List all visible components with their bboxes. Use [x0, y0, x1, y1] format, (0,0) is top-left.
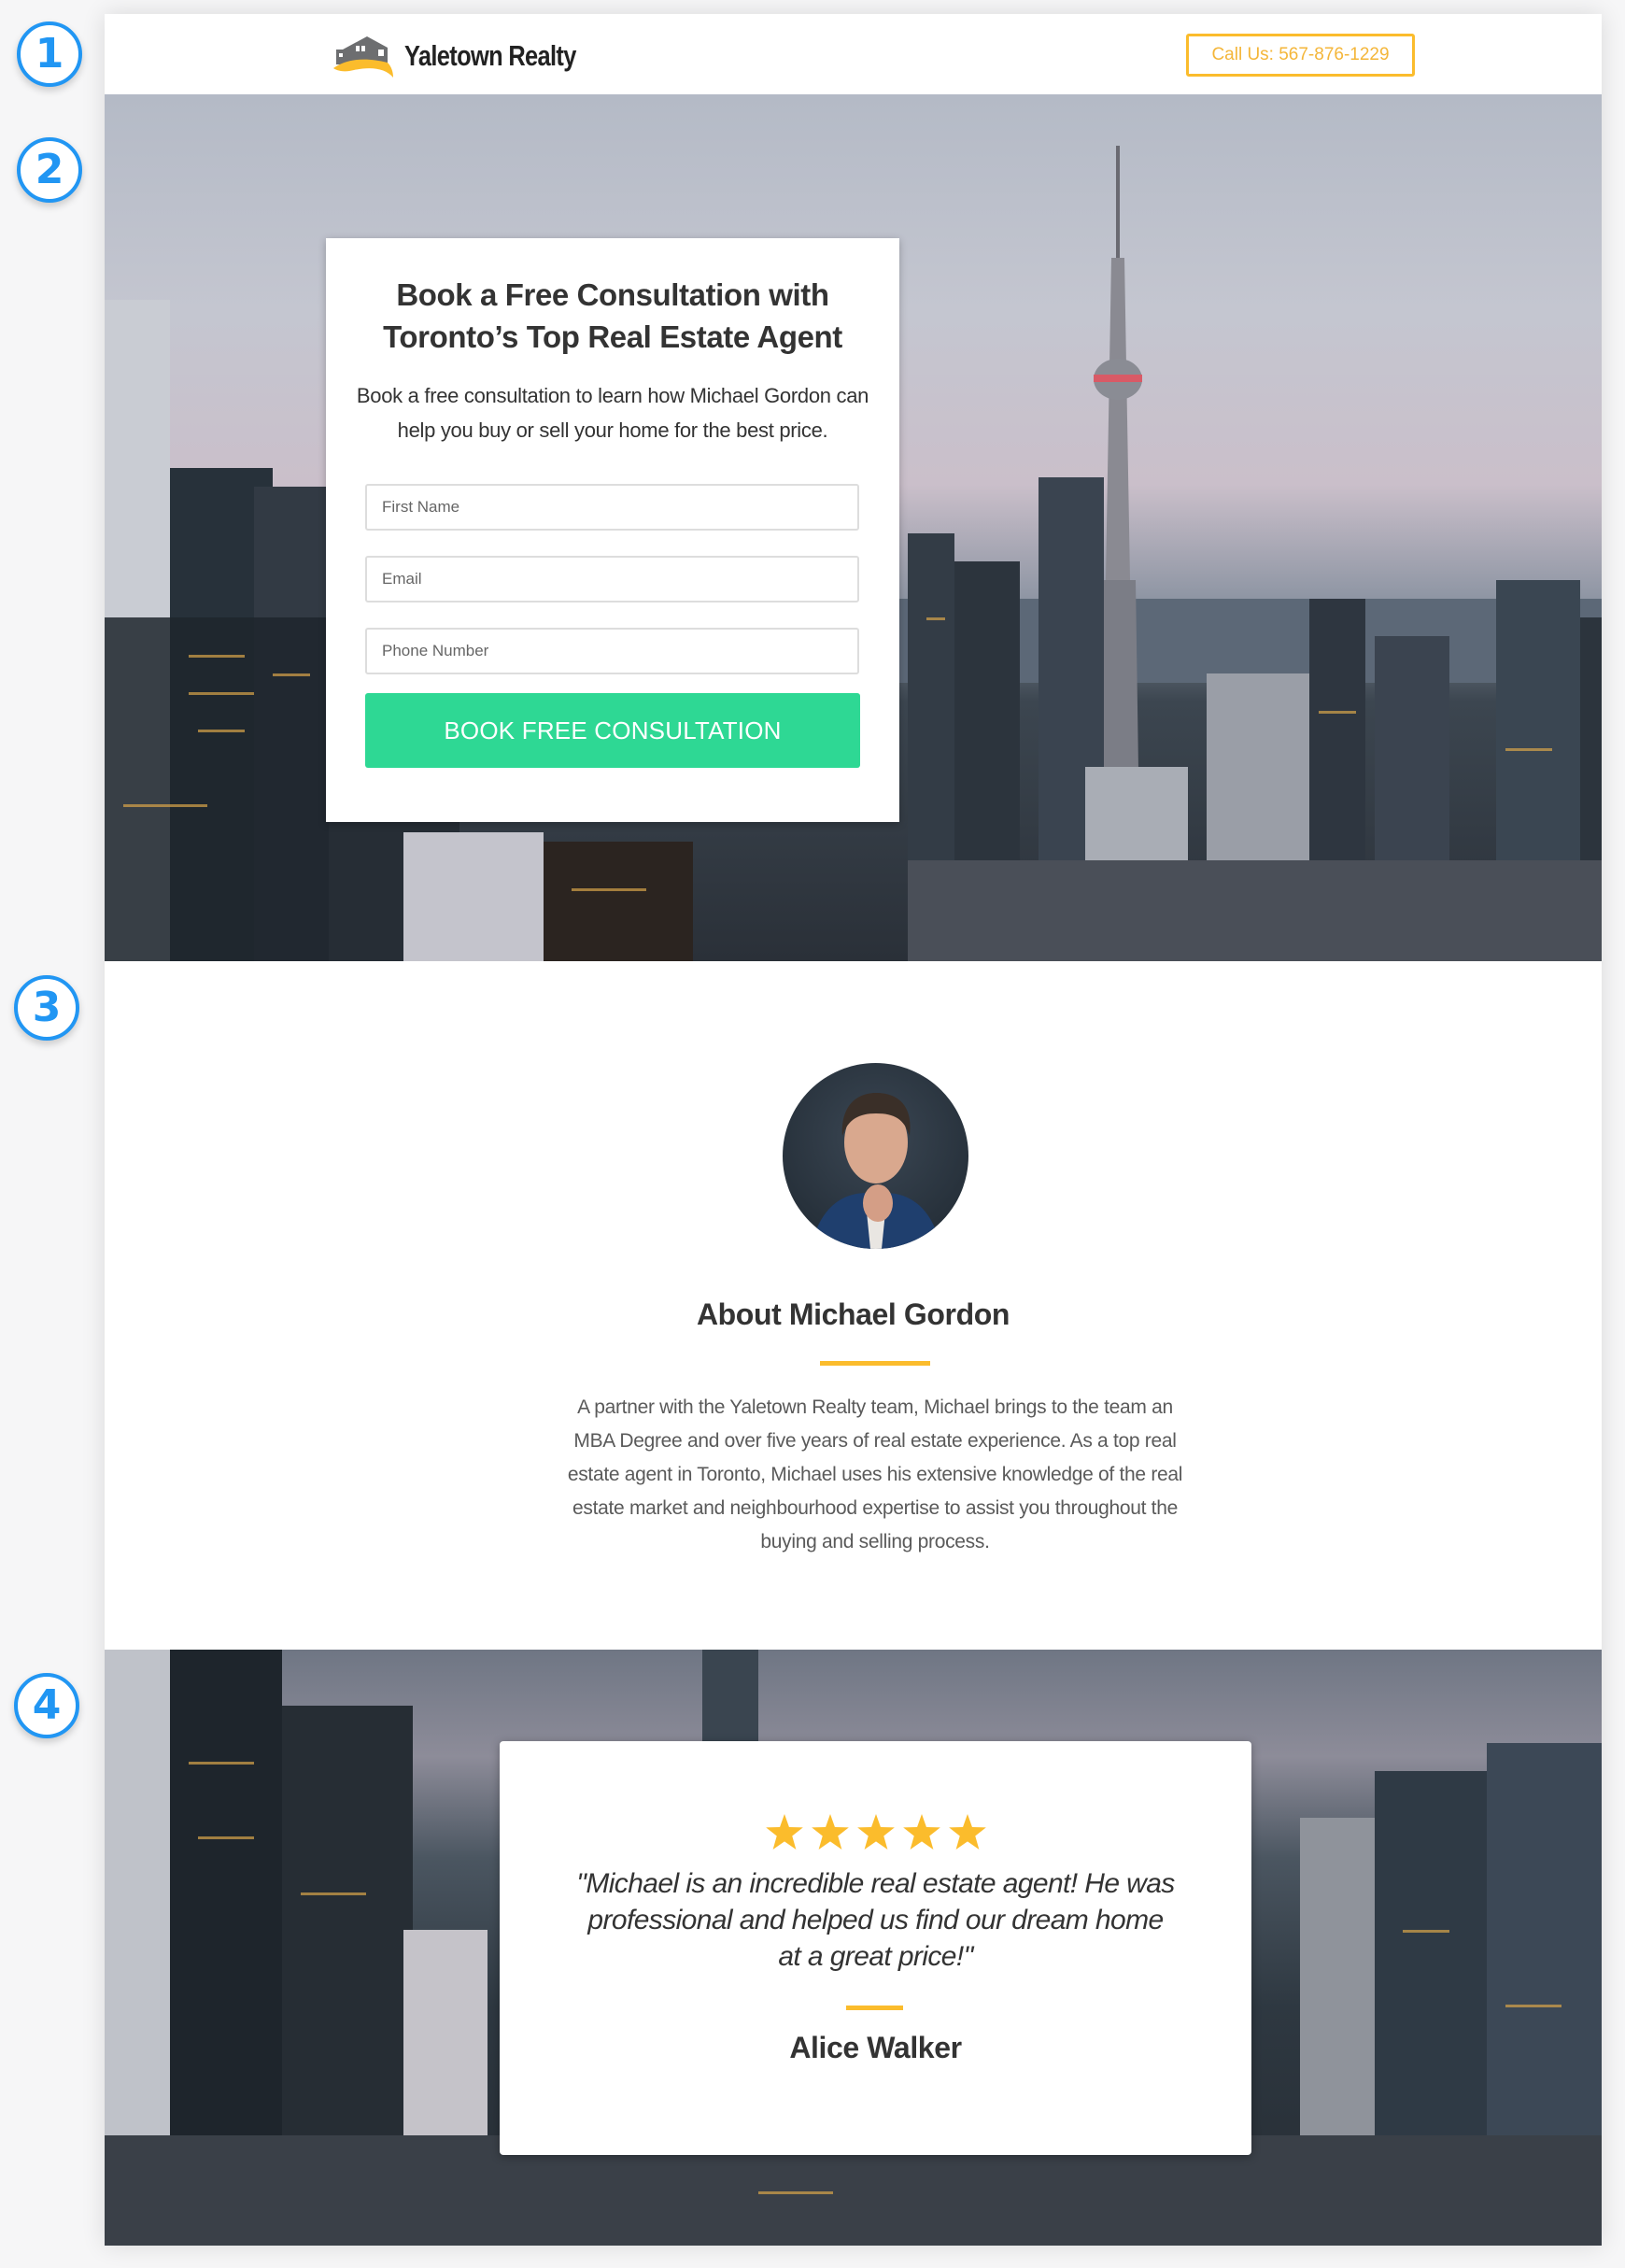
testimonial-quote: "Michael is an incredible real estate ag…: [576, 1868, 1175, 1972]
about-description: A partner with the Yaletown Realty team,…: [567, 1396, 1183, 1552]
star-rating: [500, 1814, 1251, 1850]
call-us-button[interactable]: Call Us: 567-876-1229: [1186, 34, 1415, 77]
form-title-line2: Toronto’s Top Real Estate Agent: [383, 319, 842, 354]
testimonial-divider: [846, 2006, 903, 2010]
annotation-badge-1: 1: [17, 21, 82, 87]
about-section: About Michael Gordon A partner with the …: [105, 961, 1602, 1650]
about-divider: [820, 1361, 930, 1366]
form-title-line1: Book a Free Consultation with: [396, 277, 829, 312]
star-icon: [856, 1814, 895, 1850]
first-name-input[interactable]: [365, 484, 859, 531]
agent-portrait-icon: [811, 1093, 941, 1249]
form-title: Book a Free Consultation with Toronto’s …: [326, 274, 899, 358]
about-title: About Michael Gordon: [696, 1297, 1010, 1331]
form-subtitle: Book a free consultation to learn how Mi…: [356, 384, 869, 442]
hero-section: Book a Free Consultation with Toronto’s …: [105, 94, 1602, 961]
house-logo-icon: [333, 36, 393, 78]
star-icon: [948, 1814, 986, 1850]
star-icon: [902, 1814, 940, 1850]
email-input[interactable]: [365, 556, 859, 602]
site-header: Yaletown Realty Call Us: 567-876-1229: [105, 14, 1602, 94]
testimonial-card: "Michael is an incredible real estate ag…: [500, 1741, 1251, 2155]
landing-page: Yaletown Realty Call Us: 567-876-1229 Bo…: [105, 14, 1602, 2246]
annotation-badge-2: 2: [17, 137, 82, 203]
testimonial-section: "Michael is an incredible real estate ag…: [105, 1650, 1602, 2246]
brand-name: Yaletown Realty: [404, 39, 576, 72]
star-icon: [765, 1814, 803, 1850]
star-icon: [811, 1814, 849, 1850]
agent-avatar: [783, 1063, 968, 1249]
consultation-form-card: Book a Free Consultation with Toronto’s …: [326, 238, 899, 822]
annotation-badge-4: 4: [14, 1673, 79, 1738]
phone-number-input[interactable]: [365, 628, 859, 674]
testimonial-author: Alice Walker: [789, 2031, 962, 2064]
book-consultation-button[interactable]: BOOK FREE CONSULTATION: [365, 693, 860, 768]
annotation-badge-3: 3: [14, 975, 79, 1041]
brand-logo[interactable]: Yaletown Realty: [333, 33, 614, 79]
